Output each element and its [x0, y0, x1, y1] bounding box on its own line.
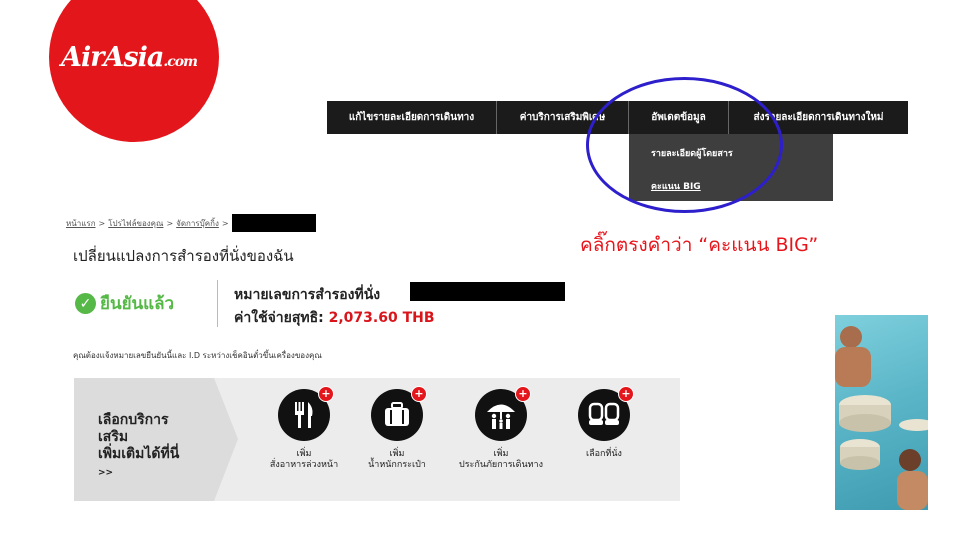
- net-cost-label: ค่าใช้จ่ายสุทธิ:: [234, 310, 324, 326]
- service-seat-line2: เลือกที่นั่ง: [586, 449, 622, 459]
- breadcrumb-manage-booking[interactable]: จัดการบุ๊คกิ้ง: [176, 217, 219, 230]
- service-insurance-line1: เพิ่ม: [493, 449, 509, 459]
- service-baggage-line2: น้ำหนักกระเป๋า: [368, 460, 426, 470]
- breadcrumb-profile[interactable]: โปรไฟล์ของคุณ: [108, 217, 163, 230]
- annotation-text: คลิ๊กตรงคำว่า “คะแนน BIG”: [580, 234, 819, 256]
- nav-item-edit-travel[interactable]: แก้ไขรายละเอียดการเดินทาง: [327, 101, 497, 134]
- add-badge-icon: +: [515, 386, 531, 402]
- airasia-logo[interactable]: AirAsia.com: [49, 0, 219, 142]
- net-cost-value: 2,073.60 THB: [328, 310, 435, 326]
- extras-heading-arrow[interactable]: เลือกบริการ เสริม เพิ่มเติมได้ที่นี่ >>: [74, 378, 238, 501]
- breadcrumb: หน้าแรก > โปรไฟล์ของคุณ > จัดการบุ๊คกิ้ง…: [66, 214, 316, 232]
- extras-heading-line-2: เสริม: [98, 429, 129, 445]
- logo-text: AirAsia: [61, 42, 164, 73]
- service-baggage-line1: เพิ่ม: [389, 449, 405, 459]
- page-title: เปลี่ยนแปลงการสำรองที่นั่งของฉัน: [73, 247, 294, 265]
- baggage-icon: +: [371, 386, 427, 441]
- service-insurance-line2: ประกันภัยการเดินทาง: [459, 460, 543, 470]
- extras-heading-line-1: เลือกบริการ: [98, 412, 169, 428]
- extras-heading-line-3: เพิ่มเติมได้ที่นี่: [98, 446, 180, 462]
- annotation-circle: [586, 77, 783, 213]
- checkin-note: คุณต้องแจ้งหมายเลขยืนยันนี้และ I.D ระหว่…: [73, 351, 322, 360]
- add-badge-icon: +: [411, 386, 427, 402]
- add-badge-icon: +: [618, 386, 634, 402]
- booking-number: หมายเลขการสำรองที่นั่ง: [234, 284, 380, 306]
- check-icon: ✓: [75, 293, 96, 314]
- insurance-icon: +: [475, 386, 531, 441]
- service-seat[interactable]: + เลือกที่นั่ง: [544, 386, 664, 460]
- breadcrumb-separator: >: [98, 218, 106, 228]
- redacted-block: [231, 214, 316, 232]
- net-cost: ค่าใช้จ่ายสุทธิ: 2,073.60 THB: [234, 307, 435, 329]
- divider: [217, 280, 218, 327]
- meal-icon: +: [278, 386, 334, 441]
- service-insurance[interactable]: + เพิ่ม ประกันภัยการเดินทาง: [441, 386, 561, 471]
- logo-suffix: .com: [163, 54, 198, 70]
- confirmed-status: ✓ ยืนยันแล้ว: [75, 290, 174, 317]
- booking-number-label: หมายเลขการสำรองที่นั่ง: [234, 287, 381, 303]
- breadcrumb-separator: >: [221, 218, 229, 228]
- redacted-booking-number: [410, 282, 565, 301]
- add-badge-icon: +: [318, 386, 334, 402]
- seat-icon: +: [578, 386, 634, 441]
- confirmed-label: ยืนยันแล้ว: [100, 294, 175, 314]
- service-baggage[interactable]: + เพิ่ม น้ำหนักกระเป๋า: [337, 386, 457, 471]
- promo-image[interactable]: [835, 315, 928, 510]
- breadcrumb-separator: >: [166, 218, 174, 228]
- more-arrows: >>: [98, 468, 114, 478]
- breadcrumb-home[interactable]: หน้าแรก: [66, 217, 96, 230]
